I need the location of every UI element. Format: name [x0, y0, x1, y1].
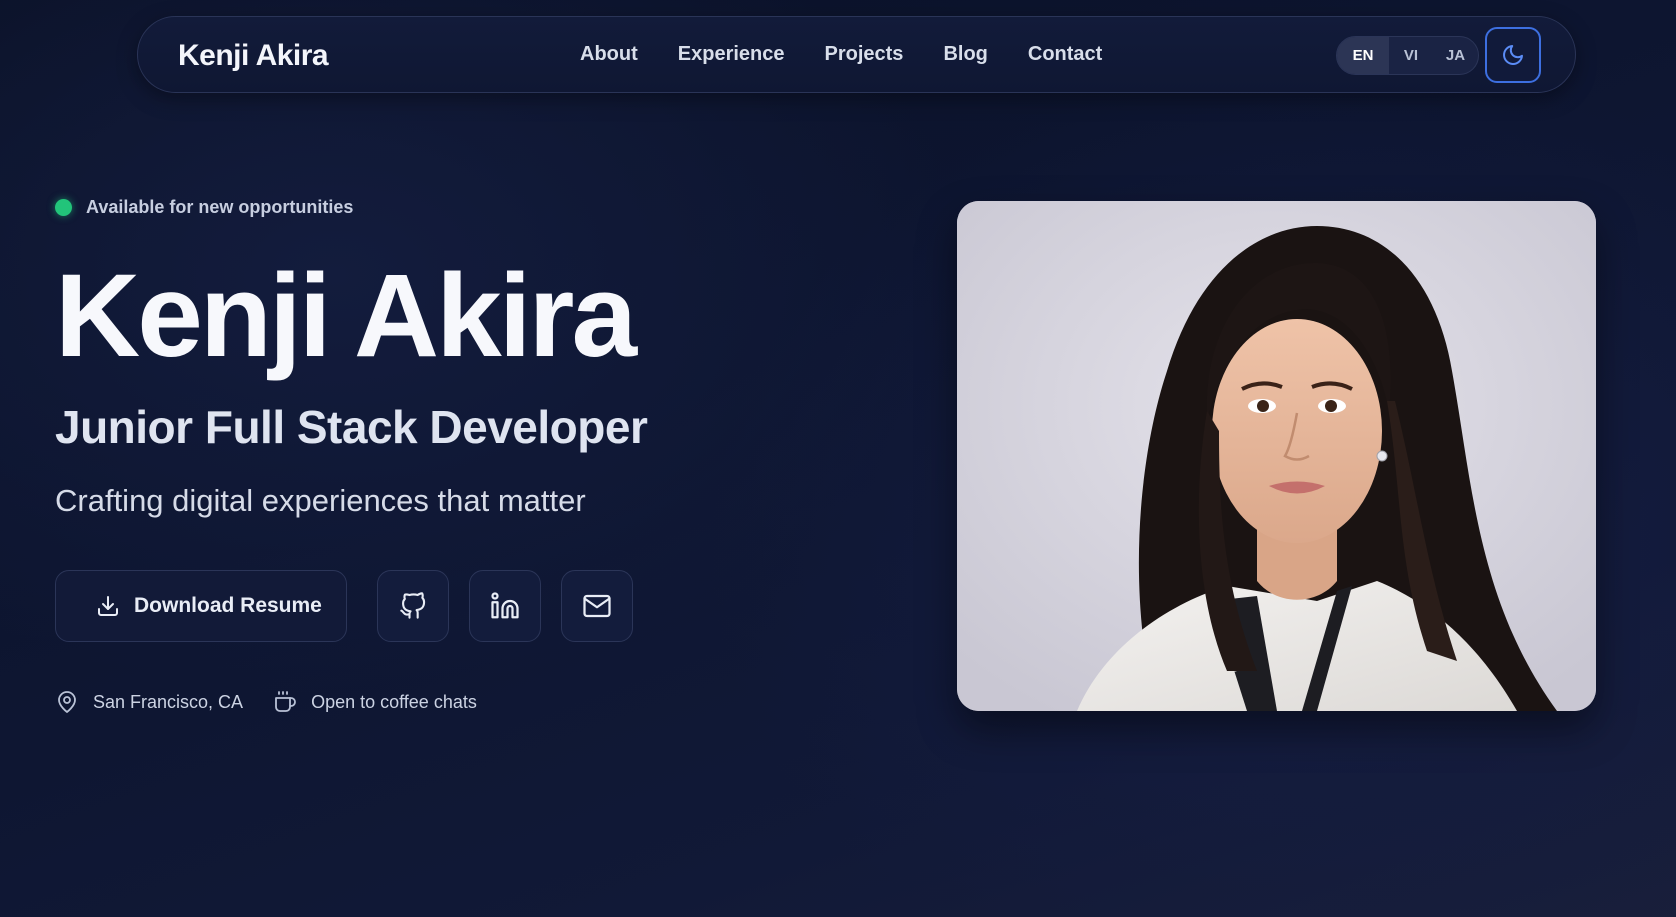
mail-icon	[582, 591, 612, 621]
linkedin-icon	[490, 591, 520, 621]
linkedin-button[interactable]	[469, 570, 541, 642]
github-icon	[399, 592, 427, 620]
lang-en-button[interactable]: EN	[1337, 37, 1389, 74]
hero-role: Junior Full Stack Developer	[55, 401, 648, 453]
location: San Francisco, CA	[55, 690, 243, 714]
coffee-icon	[273, 690, 297, 714]
location-text: San Francisco, CA	[93, 691, 244, 712]
brand-logo[interactable]: Kenji Akira	[178, 39, 329, 73]
map-pin-icon	[55, 690, 79, 714]
nav-link-experience[interactable]: Experience	[678, 43, 785, 66]
email-button[interactable]	[561, 570, 633, 642]
hero-name: Kenji Akira	[55, 250, 637, 382]
coffee-text: Open to coffee chats	[311, 691, 477, 712]
availability-status: Available for new opportunities	[55, 197, 353, 218]
github-button[interactable]	[377, 570, 449, 642]
download-resume-button[interactable]: Download Resume	[55, 570, 347, 642]
nav-link-about[interactable]: About	[580, 43, 638, 66]
download-resume-label: Download Resume	[134, 594, 322, 617]
profile-photo	[957, 201, 1596, 711]
coffee-chat: Open to coffee chats	[273, 690, 477, 714]
nav-link-blog[interactable]: Blog	[943, 43, 987, 66]
hero-meta: San Francisco, CA Open to coffee chats	[55, 690, 507, 714]
moon-icon	[1501, 43, 1525, 67]
hero-tagline: Crafting digital experiences that matter	[55, 483, 586, 518]
profile-photo-illustration	[957, 201, 1596, 711]
lang-vi-button[interactable]: VI	[1389, 37, 1433, 74]
download-icon	[96, 594, 120, 618]
nav-links: About Experience Projects Blog Contact	[580, 43, 1142, 66]
nav-link-projects[interactable]: Projects	[825, 43, 904, 66]
status-text: Available for new opportunities	[86, 197, 354, 217]
theme-toggle-button[interactable]	[1485, 27, 1541, 83]
language-switcher: EN VI JA	[1336, 36, 1479, 75]
lang-ja-button[interactable]: JA	[1433, 37, 1478, 74]
status-dot	[55, 199, 72, 216]
nav-link-contact[interactable]: Contact	[1028, 43, 1102, 66]
navbar: Kenji Akira About Experience Projects Bl…	[137, 16, 1576, 93]
